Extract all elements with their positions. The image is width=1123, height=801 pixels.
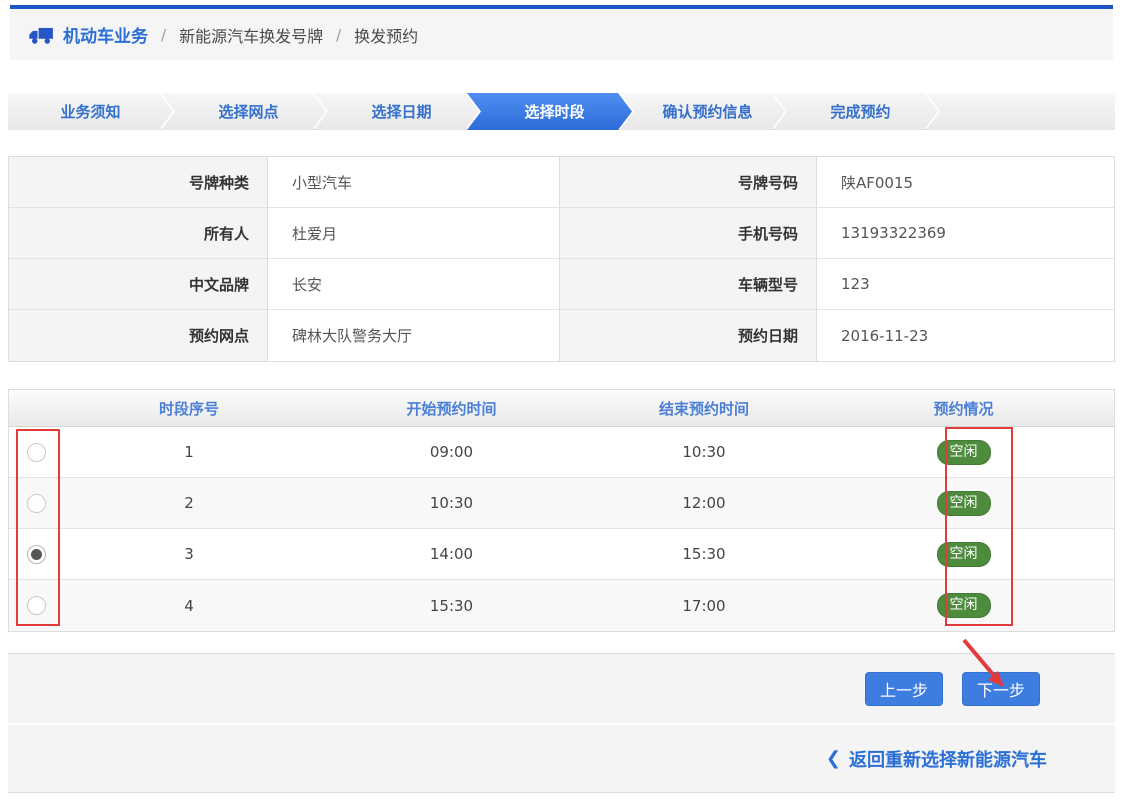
timeslot-row: 4 15:30 17:00 空闲 [9,580,1114,631]
step-tab-complete[interactable]: 完成预约 [773,93,938,130]
next-step-button[interactable]: 下一步 [962,672,1040,706]
info-label: 号牌号码 [560,157,817,207]
step-progress-bar: 业务须知 选择网点 选择日期 选择时段 确认预约信息 完成预约 [8,93,1115,130]
status-badge-free: 空闲 [937,542,991,567]
slot-seq: 1 [64,443,314,461]
breadcrumb-item-current: 换发预约 [354,23,418,47]
slot-end-time: 12:00 [589,494,819,512]
info-label: 预约网点 [9,310,268,361]
info-row: 预约网点 碑林大队警务大厅 预约日期 2016-11-23 [9,310,1114,361]
prev-step-button[interactable]: 上一步 [865,672,943,706]
status-badge-free: 空闲 [937,593,991,618]
vehicle-info-table: 号牌种类 小型汽车 号牌号码 陕AF0015 所有人 杜爱月 手机号码 1319… [8,156,1115,362]
info-label: 号牌种类 [9,157,268,207]
header-seq: 时段序号 [64,398,314,419]
slot-end-time: 17:00 [589,597,819,615]
slot-start-time: 10:30 [314,494,589,512]
info-row: 号牌种类 小型汽车 号牌号码 陕AF0015 [9,157,1114,208]
slot-start-time: 14:00 [314,545,589,563]
back-link-label: 返回重新选择新能源汽车 [849,746,1047,772]
header-status: 预约情况 [819,398,1108,419]
step-bar-filler [926,93,1115,130]
step-tab-label: 选择网点 [218,101,278,122]
slot-seq: 2 [64,494,314,512]
brand-value: 长安 [268,259,560,309]
header-end-time: 结束预约时间 [589,398,819,419]
header-start-time: 开始预约时间 [314,398,589,419]
breadcrumb-separator: / [336,26,341,44]
info-row: 中文品牌 长安 车辆型号 123 [9,259,1114,310]
step-tab-confirm-info[interactable]: 确认预约信息 [620,93,785,130]
status-badge-free: 空闲 [937,440,991,465]
booking-date-value: 2016-11-23 [817,310,1114,361]
slot-end-time: 10:30 [589,443,819,461]
step-tab-select-branch[interactable]: 选择网点 [161,93,326,130]
slot-seq: 3 [64,545,314,563]
step-tab-notice[interactable]: 业务须知 [8,93,173,130]
slot-seq: 4 [64,597,314,615]
timeslot-row: 1 09:00 10:30 空闲 [9,427,1114,478]
status-badge-free: 空闲 [937,491,991,516]
slot-radio-4[interactable] [27,596,46,615]
breadcrumb: 机动车业务 / 新能源汽车换发号牌 / 换发预约 [10,5,1113,60]
step-tab-select-timeslot[interactable]: 选择时段 [467,93,632,130]
booking-page: 机动车业务 / 新能源汽车换发号牌 / 换发预约 业务须知 选择网点 选择日期 … [0,0,1123,801]
truck-icon [28,22,54,48]
timeslot-row: 2 10:30 12:00 空闲 [9,478,1114,529]
back-to-vehicle-select-link[interactable]: ❮ 返回重新选择新能源汽车 [826,746,1047,772]
slot-radio-1[interactable] [27,443,46,462]
slot-radio-3[interactable] [27,545,46,564]
breadcrumb-separator: / [161,26,166,44]
slot-radio-2[interactable] [27,494,46,513]
info-label: 手机号码 [560,208,817,258]
action-bar: 上一步 下一步 [8,653,1115,723]
step-tab-label: 确认预约信息 [662,101,752,122]
step-tab-label: 业务须知 [60,101,120,122]
model-value: 123 [817,259,1114,309]
chevron-left-icon: ❮ [826,748,841,769]
info-label: 所有人 [9,208,268,258]
plate-number-value: 陕AF0015 [817,157,1114,207]
info-label: 车辆型号 [560,259,817,309]
slot-end-time: 15:30 [589,545,819,563]
info-row: 所有人 杜爱月 手机号码 13193322369 [9,208,1114,259]
step-tab-label: 选择日期 [371,101,431,122]
timeslot-table-header: 时段序号 开始预约时间 结束预约时间 预约情况 [9,390,1114,427]
phone-value: 13193322369 [817,208,1114,258]
back-link-bar: ❮ 返回重新选择新能源汽车 [8,725,1115,793]
breadcrumb-item-service[interactable]: 新能源汽车换发号牌 [179,23,323,47]
step-tab-label: 完成预约 [830,101,890,122]
plate-type-value: 小型汽车 [268,157,560,207]
info-label: 预约日期 [560,310,817,361]
step-tab-label: 选择时段 [524,101,584,122]
breadcrumb-root[interactable]: 机动车业务 [63,22,148,47]
slot-start-time: 15:30 [314,597,589,615]
owner-value: 杜爱月 [268,208,560,258]
timeslot-table: 时段序号 开始预约时间 结束预约时间 预约情况 1 09:00 10:30 空闲… [8,389,1115,632]
slot-start-time: 09:00 [314,443,589,461]
branch-value: 碑林大队警务大厅 [268,310,560,361]
timeslot-row: 3 14:00 15:30 空闲 [9,529,1114,580]
step-tab-select-date[interactable]: 选择日期 [314,93,479,130]
info-label: 中文品牌 [9,259,268,309]
